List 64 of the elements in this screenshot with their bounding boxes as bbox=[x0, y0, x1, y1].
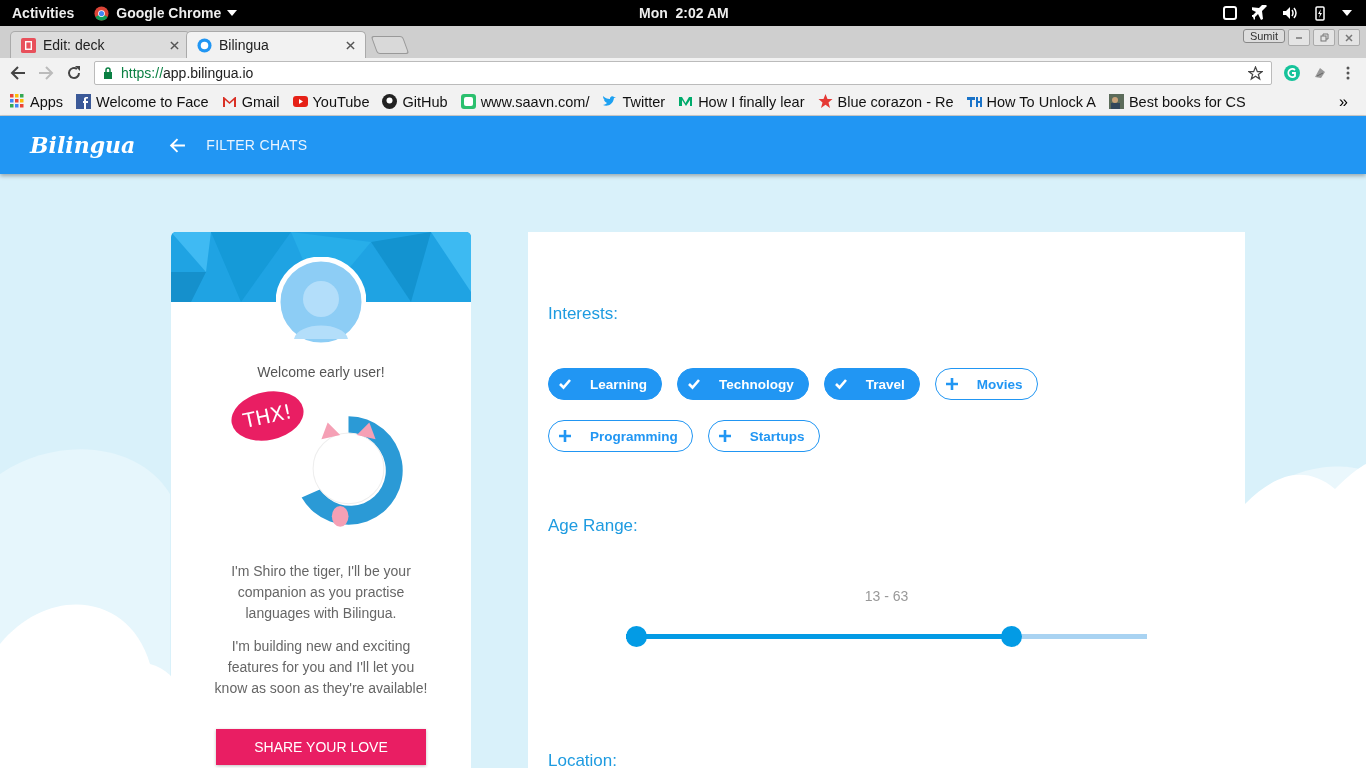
caret-icon bbox=[227, 10, 238, 16]
plus-icon bbox=[558, 429, 572, 443]
bookmark-item[interactable]: GitHub bbox=[382, 93, 448, 110]
browser-tab[interactable]: Bilingua bbox=[186, 31, 366, 58]
close-icon[interactable] bbox=[346, 40, 355, 50]
check-icon bbox=[558, 377, 572, 391]
chrome-icon bbox=[94, 5, 110, 21]
extension-icon[interactable] bbox=[1312, 65, 1328, 81]
app-menu[interactable]: Google Chrome bbox=[116, 5, 222, 21]
check-icon bbox=[833, 377, 848, 391]
bookmark-item[interactable]: Twitter bbox=[602, 93, 666, 110]
bookmark-item[interactable]: How To Unlock A bbox=[966, 93, 1096, 110]
back-icon[interactable] bbox=[10, 65, 26, 81]
section-heading: Age Range: bbox=[548, 516, 638, 536]
lock-icon bbox=[103, 67, 113, 79]
play-icon bbox=[292, 94, 308, 109]
bird-icon bbox=[602, 94, 618, 109]
paragraph: I'm Shiro the tiger, I'll be your companion as you practise languages with Bilingua. bbox=[230, 562, 412, 623]
m-shape-icon bbox=[678, 94, 694, 109]
activities-button[interactable]: Activities bbox=[12, 5, 75, 21]
address-bar[interactable]: https://app.bilingua.io bbox=[94, 61, 1272, 85]
battery-icon[interactable] bbox=[1312, 5, 1328, 21]
profile-button[interactable]: Sumit bbox=[1242, 29, 1285, 43]
favicon-icon bbox=[197, 37, 212, 53]
share-button[interactable]: SHARE YOUR LOVE bbox=[216, 729, 426, 765]
check-icon bbox=[687, 377, 701, 391]
back-arrow-icon[interactable] bbox=[169, 136, 187, 154]
bookmark-item[interactable]: YouTube bbox=[292, 93, 370, 110]
plus-icon bbox=[717, 429, 732, 443]
caret-icon[interactable] bbox=[1342, 10, 1352, 16]
star-icon bbox=[817, 94, 833, 109]
envelope-icon bbox=[221, 94, 237, 109]
age-reading: 13 - 63 bbox=[864, 588, 909, 604]
circle-icon bbox=[382, 94, 398, 109]
bookmark-item[interactable]: How I finally lear bbox=[678, 93, 805, 110]
bookmark-item[interactable]: Blue corazon - Re bbox=[817, 93, 954, 110]
bookmark-item[interactable]: www.saavn.com/ bbox=[460, 93, 590, 110]
bookmark-item[interactable]: Apps bbox=[10, 93, 64, 110]
grid-icon bbox=[10, 94, 25, 109]
bookmark-item[interactable]: Best books for CS bbox=[1108, 93, 1246, 110]
reload-icon[interactable] bbox=[66, 65, 82, 81]
section-heading: Interests: bbox=[548, 304, 618, 324]
bookmark-item[interactable]: Gmail bbox=[221, 93, 280, 110]
thumbnail-icon bbox=[1108, 94, 1124, 109]
close-icon[interactable] bbox=[170, 40, 179, 50]
volume-icon[interactable] bbox=[1282, 5, 1298, 21]
greeting-text: Welcome early user! bbox=[257, 364, 385, 380]
close-icon bbox=[1344, 32, 1354, 43]
paragraph: I'm building new and exciting features for you and I'll let you know as soon as they're available! bbox=[213, 637, 429, 698]
section-heading: Location: bbox=[548, 751, 617, 768]
square-icon bbox=[460, 94, 476, 109]
bookmark-item[interactable]: Welcome to Face bbox=[76, 93, 209, 110]
bookmark-star-icon[interactable] bbox=[1248, 65, 1263, 81]
window-icon[interactable] bbox=[1222, 5, 1238, 21]
f-square-icon bbox=[76, 94, 92, 109]
close-button[interactable] bbox=[1338, 29, 1360, 46]
plus-icon bbox=[944, 377, 959, 391]
clock[interactable]: Mon 2:02 AM bbox=[639, 5, 729, 21]
favicon-icon bbox=[21, 37, 36, 53]
minimize-icon bbox=[1296, 36, 1302, 39]
page-title: FILTER CHATS bbox=[206, 137, 308, 153]
restore-icon bbox=[1319, 32, 1329, 43]
more-bookmarks-button[interactable]: » bbox=[1339, 92, 1348, 111]
airplane-icon[interactable] bbox=[1252, 5, 1268, 21]
